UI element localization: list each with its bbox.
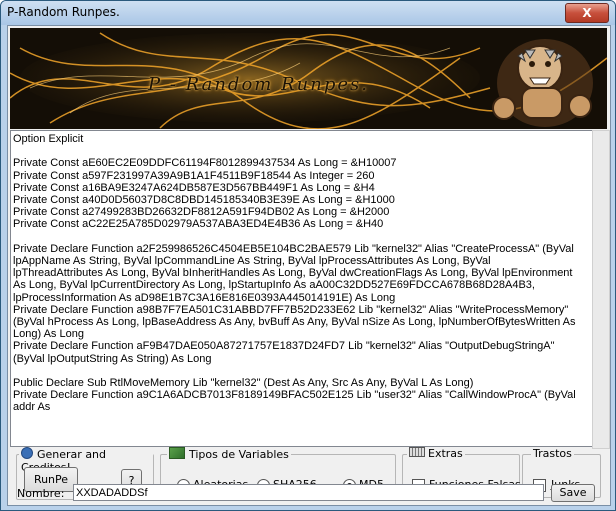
nombre-input[interactable] [73, 484, 544, 501]
code-line: Private Declare Function aF9B47DAE050A87… [13, 340, 558, 365]
code-line: Private Const a27499283BD26632DF8812A591… [13, 206, 390, 219]
trastos-group-title: Trastos [531, 447, 574, 460]
code-textarea[interactable]: Option Explicit Private Const aE60EC2E09… [10, 130, 593, 447]
code-text[interactable]: Option Explicit Private Const aE60EC2E09… [13, 133, 581, 414]
code-line: Public Declare Sub RtlMoveMemory Lib "ke… [13, 377, 474, 390]
code-line: Private Const aC22E25A785D02979A537ABA3E… [13, 218, 384, 231]
main-window: P-Random Runpes. X P - Random Runpes. Op… [0, 0, 616, 511]
code-line: Private Const a16BA9E3247A624DB587E3D567… [13, 181, 375, 194]
window-title: P-Random Runpes. [7, 5, 120, 19]
banner-title: P - Random Runpes. [148, 74, 369, 95]
tipos-group-title: Tipos de Variables [167, 447, 291, 461]
code-line: Private Const a40D0D56037D8C8DBD14518534… [13, 194, 395, 207]
code-line: Option Explicit [13, 133, 84, 145]
nombre-label: Nombre: [17, 487, 65, 500]
code-line: Private Declare Function a98B7F7EA501C31… [13, 303, 579, 341]
client-area: P - Random Runpes. Option Explicit Priva… [7, 25, 611, 506]
title-bar[interactable]: P-Random Runpes. X [1, 1, 615, 25]
code-line: Private Const aE60EC2E09DDFC61194F801289… [13, 157, 397, 170]
banner-image: P - Random Runpes. [10, 28, 607, 129]
code-line: Private Declare Function a9C1A6ADCB7013F… [13, 389, 579, 414]
vertical-scrollbar[interactable] [592, 130, 610, 449]
chart-icon [169, 447, 185, 459]
code-line: Private Declare Function a2F259986526C45… [13, 242, 577, 304]
keyboard-icon [409, 447, 425, 457]
close-button[interactable]: X [565, 3, 609, 23]
globe-icon [21, 447, 33, 459]
code-line: Private Const a597F231997A39A9B1A1F4511B… [13, 169, 375, 182]
extras-group-title: Extras [407, 447, 465, 460]
save-button[interactable]: Save [551, 484, 595, 502]
